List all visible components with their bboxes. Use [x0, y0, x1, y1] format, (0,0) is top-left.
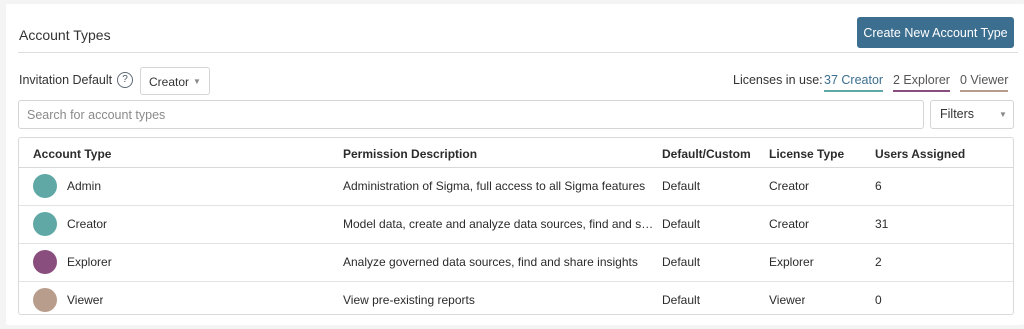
account-type-avatar — [33, 212, 57, 236]
users-assigned: 2 — [875, 255, 882, 269]
invitation-default-select[interactable]: Creator ▼ — [140, 67, 210, 95]
table-header: Account Type Permission Description Defa… — [19, 138, 1013, 168]
default-custom: Default — [662, 293, 701, 307]
invitation-default-value: Creator — [149, 75, 190, 89]
account-type-name: Viewer — [67, 293, 104, 307]
default-custom: Default — [662, 179, 701, 193]
account-type-avatar — [33, 250, 57, 274]
invitation-default-label: Invitation Default — [19, 73, 113, 87]
license-explorer-link[interactable]: 2 Explorer — [893, 73, 950, 92]
permission-description: Administration of Sigma, full access to … — [343, 179, 646, 193]
help-icon[interactable]: ? — [117, 72, 133, 88]
column-header-account-type[interactable]: Account Type — [33, 147, 111, 161]
account-type-avatar — [33, 288, 57, 312]
column-header-users-assigned[interactable]: Users Assigned — [875, 147, 965, 161]
account-types-page: Account Types Create New Account Type In… — [6, 4, 1024, 325]
create-account-type-button[interactable]: Create New Account Type — [857, 17, 1014, 48]
chevron-down-icon: ▼ — [999, 110, 1007, 119]
table-row[interactable]: Admin Administration of Sigma, full acce… — [19, 167, 1013, 206]
account-type-name: Creator — [67, 217, 108, 231]
chevron-down-icon: ▼ — [193, 77, 201, 86]
license-type: Viewer — [769, 293, 806, 307]
filters-dropdown[interactable]: Filters ▼ — [930, 100, 1014, 129]
header-divider — [18, 52, 1018, 53]
filters-label: Filters — [940, 107, 975, 121]
license-creator-link[interactable]: 37 Creator — [824, 73, 884, 92]
table-row[interactable]: Explorer Analyze governed data sources, … — [19, 243, 1013, 282]
account-type-avatar — [33, 174, 57, 198]
account-types-table: Account Type Permission Description Defa… — [18, 137, 1014, 315]
users-assigned: 31 — [875, 217, 889, 231]
account-type-name: Admin — [67, 179, 102, 193]
table-row[interactable]: Viewer View pre-existing reports Default… — [19, 281, 1013, 319]
page-title: Account Types — [19, 27, 111, 43]
column-header-license-type[interactable]: License Type — [769, 147, 844, 161]
users-assigned: 0 — [875, 293, 882, 307]
default-custom: Default — [662, 255, 701, 269]
licenses-in-use-label: Licenses in use: — [733, 73, 823, 87]
table-row[interactable]: Creator Model data, create and analyze d… — [19, 205, 1013, 244]
search-input[interactable] — [18, 100, 924, 129]
column-header-default-custom[interactable]: Default/Custom — [662, 147, 751, 161]
column-header-permission-description[interactable]: Permission Description — [343, 147, 477, 161]
permission-description: Analyze governed data sources, find and … — [343, 255, 638, 269]
users-assigned: 6 — [875, 179, 882, 193]
license-type: Creator — [769, 217, 810, 231]
license-viewer-link[interactable]: 0 Viewer — [960, 73, 1009, 92]
account-type-name: Explorer — [67, 255, 112, 269]
default-custom: Default — [662, 217, 701, 231]
permission-description: Model data, create and analyze data sour… — [343, 217, 657, 231]
license-type: Explorer — [769, 255, 814, 269]
permission-description: View pre-existing reports — [343, 293, 475, 307]
license-type: Creator — [769, 179, 810, 193]
